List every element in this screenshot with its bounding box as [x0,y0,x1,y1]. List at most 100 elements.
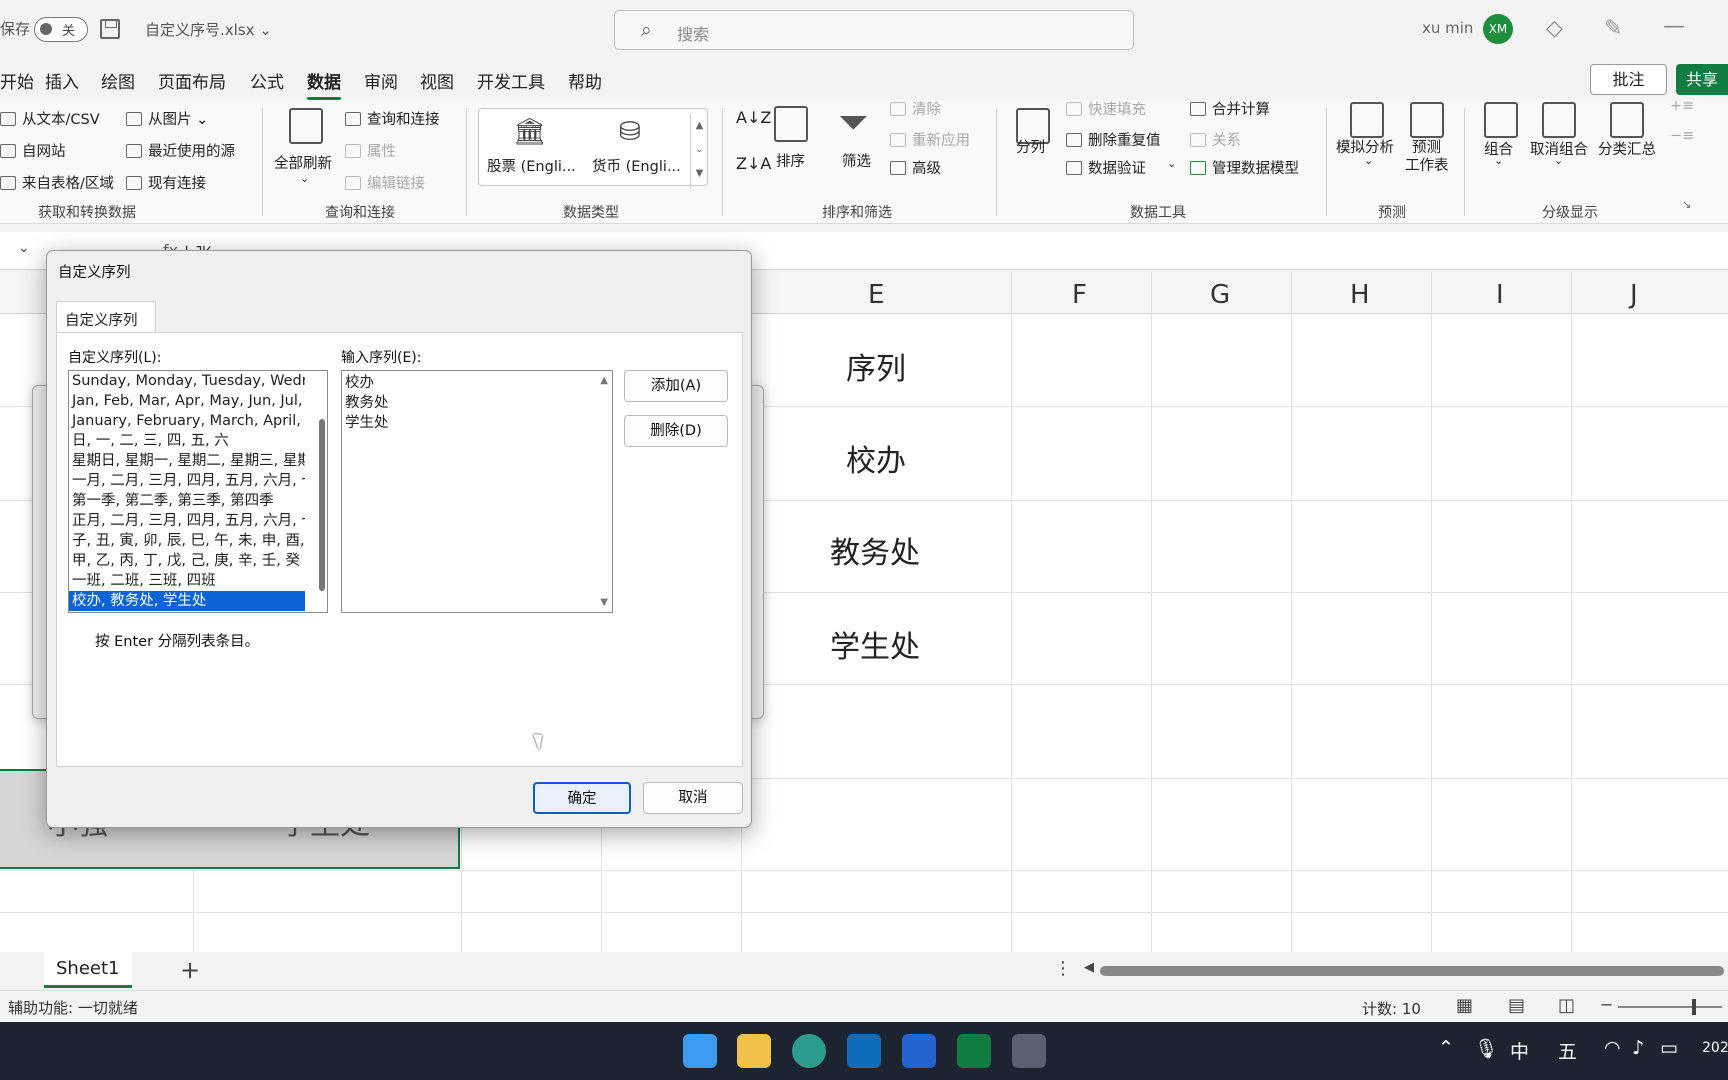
wifi-icon[interactable]: ◠ [1604,1037,1621,1059]
list-item[interactable]: 一月, 二月, 三月, 四月, 五月, 六月, 七月 [69,471,305,491]
windows-start-icon[interactable] [683,1034,717,1068]
manage-data-model[interactable]: 管理数据模型 [1190,157,1299,178]
column-header-h[interactable]: H [1350,280,1370,310]
flash-fill[interactable]: 快速填充 [1066,98,1146,119]
edit-links[interactable]: 编辑链接 [345,172,425,193]
column-header-j[interactable]: J [1630,280,1638,310]
outlook-icon[interactable] [847,1034,881,1068]
advanced-filter[interactable]: 高级 [890,157,941,178]
group-icon[interactable] [1484,102,1518,138]
refresh-all-label[interactable]: 全部刷新 [274,152,332,173]
save-icon[interactable] [100,19,120,39]
chevron-down-icon[interactable]: ⌄ [1167,157,1176,170]
tab-developer[interactable]: 开发工具 [477,68,545,93]
split-label[interactable]: 分列 [1016,136,1045,157]
edge-browser-icon[interactable] [792,1034,826,1068]
more-icon[interactable]: ⋮ [1054,958,1072,979]
from-text-csv[interactable]: 从文本/CSV [0,108,100,129]
share-button[interactable]: 共享 [1676,64,1728,95]
clear-filter[interactable]: 清除 [890,98,941,119]
chevron-down-icon[interactable]: ⌄ [1554,154,1563,167]
tab-view[interactable]: 视图 [420,68,454,93]
list-item[interactable]: 第一季, 第二季, 第三季, 第四季 [69,491,305,511]
currency-type[interactable]: 货币 (Engli... [592,155,681,176]
tab-data[interactable]: 数据 [307,68,341,100]
autosave-toggle[interactable]: 关 [34,17,88,42]
ungroup-icon[interactable] [1542,102,1576,138]
forecast-sheet-label-2[interactable]: 工作表 [1405,154,1449,175]
zoom-slider[interactable] [1618,1006,1722,1008]
scroll-left-icon[interactable]: ◀ [1084,960,1094,975]
list-item[interactable]: Sunday, Monday, Tuesday, Wednesday, Thur… [69,371,305,391]
page-layout-icon[interactable]: ▤ [1508,995,1525,1016]
what-if-icon[interactable] [1350,102,1384,138]
sort-label[interactable]: 排序 [776,150,805,171]
scroll-up-icon[interactable]: ▲ [600,375,608,386]
stocks-type[interactable]: 股票 (Engli... [487,155,576,176]
show-detail-icon[interactable]: +≡ [1670,98,1694,114]
clock[interactable]: 202 [1702,1040,1728,1056]
scroll-down-icon[interactable]: ▼ [600,597,608,608]
tab-insert[interactable]: 插入 [45,68,79,93]
filter-icon[interactable]: ⏷ [838,100,868,145]
sheet-tab-sheet1[interactable]: Sheet1 [44,952,132,988]
zoom-out-icon[interactable]: − [1600,995,1613,1014]
ok-button[interactable]: 确定 [533,782,631,814]
accessibility-status[interactable]: 辅助功能: 一切就绪 [8,997,138,1018]
custom-lists-listbox[interactable]: Sunday, Monday, Tuesday, Wednesday, Thur… [68,370,328,613]
volume-icon[interactable]: ♪ [1632,1037,1644,1059]
horizontal-scrollbar[interactable] [1100,966,1724,976]
dialog-launcher-icon[interactable]: ↘ [1682,198,1691,211]
relationships[interactable]: 关系 [1190,129,1241,150]
cell-e2[interactable]: 校办 [846,436,906,480]
consolidate[interactable]: 合并计算 [1190,98,1270,119]
tab-draw[interactable]: 绘图 [101,68,135,93]
properties[interactable]: 属性 [345,140,396,161]
list-entries-textarea[interactable]: 校办 教务处 学生处 ▲ ▼ [341,370,613,613]
column-header-f[interactable]: F [1072,280,1087,310]
add-button[interactable]: 添加(A) [624,370,728,402]
list-item[interactable]: 星期日, 星期一, 星期二, 星期三, 星期四 [69,451,305,471]
chevron-down-icon[interactable]: ⌄ [1364,154,1373,167]
refresh-all-icon[interactable] [289,108,323,144]
reapply-filter[interactable]: 重新应用 [890,129,970,150]
name-box-chevron-icon[interactable]: ⌄ [18,240,30,256]
normal-view-icon[interactable]: ▦ [1456,995,1473,1016]
search-box[interactable]: ⌕ 搜索 [614,10,1134,50]
tray-chevron-icon[interactable]: ⌃ [1438,1037,1454,1059]
data-validation[interactable]: 数据验证 [1066,157,1146,178]
list-item-selected[interactable]: 校办, 教务处, 学生处 [69,591,305,611]
zoom-thumb[interactable] [1692,999,1696,1015]
tab-custom-lists[interactable]: 自定义序列 [56,301,156,333]
comment-button[interactable]: 批注 [1590,64,1667,95]
from-web[interactable]: 自网站 [0,140,66,161]
tab-review[interactable]: 审阅 [364,68,398,93]
file-explorer-icon[interactable] [737,1034,771,1068]
todo-icon[interactable] [902,1034,936,1068]
cell-e3[interactable]: 教务处 [830,528,920,572]
hide-detail-icon[interactable]: −≡ [1670,128,1694,144]
cell-e4[interactable]: 学生处 [830,622,920,666]
list-item[interactable]: 甲, 乙, 丙, 丁, 戊, 己, 庚, 辛, 壬, 癸 [69,551,305,571]
subtotal-icon[interactable] [1610,102,1644,138]
minimize-icon[interactable]: — [1663,14,1685,39]
tab-page-layout[interactable]: 页面布局 [158,68,226,93]
tab-formulas[interactable]: 公式 [250,68,284,93]
sort-descending-icon[interactable]: Z↓A [736,154,771,173]
gallery-scroll[interactable]: ▲ ⌄ ▼ [690,114,708,188]
tab-help[interactable]: 帮助 [568,68,602,93]
column-header-i[interactable]: I [1496,280,1504,310]
chevron-down-icon[interactable]: ⌄ [300,172,309,185]
file-name[interactable]: 自定义序号.xlsx ⌄ [145,19,272,40]
chevron-down-icon[interactable]: ⌄ [1494,154,1503,167]
add-sheet-icon[interactable]: + [180,956,200,984]
filter-label[interactable]: 筛选 [842,150,871,171]
recent-sources[interactable]: 最近使用的源 [126,140,235,161]
excel-icon[interactable] [957,1034,991,1068]
forecast-sheet-icon[interactable] [1410,102,1444,138]
existing-connections[interactable]: 现有连接 [126,172,206,193]
subtotal-label[interactable]: 分类汇总 [1598,138,1656,159]
list-scrollbar[interactable] [319,419,325,591]
list-item[interactable]: 日, 一, 二, 三, 四, 五, 六 [69,431,305,451]
list-item[interactable]: 子, 丑, 寅, 卯, 辰, 巳, 午, 未, 申, 酉, 戌, 亥 [69,531,305,551]
